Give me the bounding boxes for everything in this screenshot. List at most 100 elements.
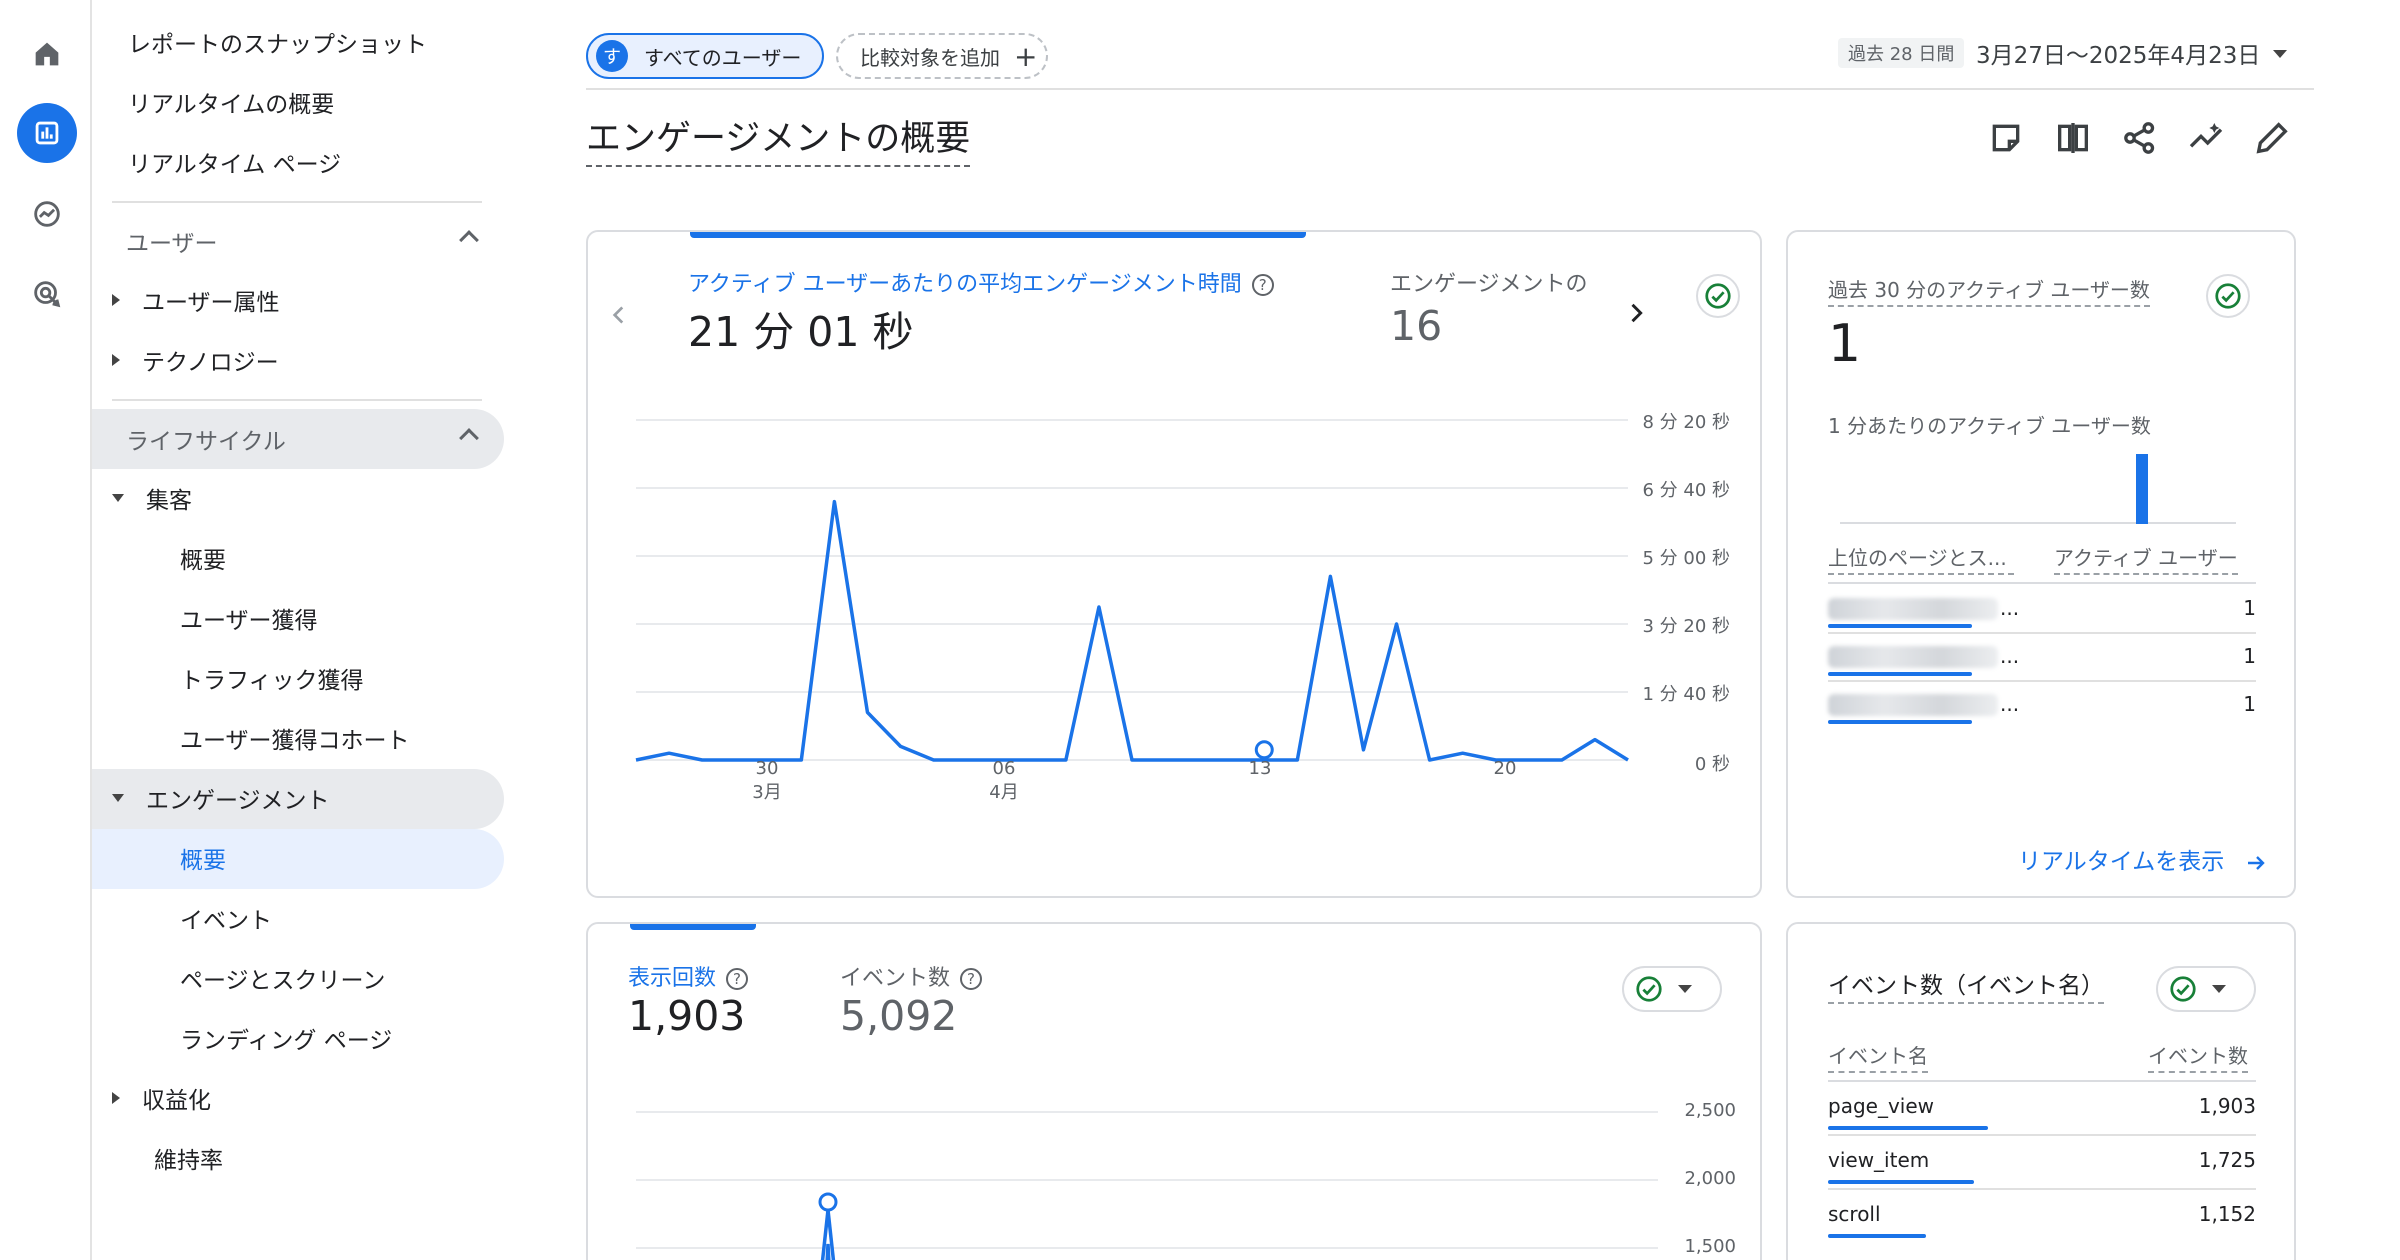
events-by-name-card: イベント数（イベント名） イベント名 イベント数 page_view 1,903… (1786, 922, 2296, 1260)
segment-badge: す (596, 40, 628, 72)
sidebar-item-acq-overview[interactable]: 概要 (180, 529, 226, 587)
column-header-pages[interactable]: 上位のページとス... (1828, 542, 2014, 575)
x-tick-label: 30 (755, 758, 779, 779)
sidebar-item-snapshot[interactable]: レポートのスナップショット (128, 13, 427, 71)
column-header-event-name[interactable]: イベント名 (1828, 1040, 1928, 1073)
share-icon[interactable] (2120, 118, 2160, 158)
realtime-label: 過去 30 分のアクティブ ユーザー数 (1828, 274, 2150, 307)
sidebar-item-demographics[interactable]: ユーザー属性 (112, 271, 280, 329)
date-range-picker[interactable]: 3月27日～2025年4月23日 (1976, 36, 2260, 70)
header-divider (586, 88, 2314, 90)
table-row[interactable]: scroll 1,152 (1828, 1192, 2256, 1244)
column-header-event-count[interactable]: イベント数 (2148, 1040, 2248, 1073)
sidebar-item-acquisition[interactable]: 集客 (112, 469, 192, 527)
table-row[interactable]: ... 1 (1828, 682, 2256, 730)
redacted-page-title (1828, 694, 1998, 716)
compare-dropdown[interactable] (2156, 966, 2256, 1012)
y-tick-label: 2,000 (1684, 1168, 1736, 1189)
series-line (825, 1243, 831, 1260)
segment-chip[interactable]: す すべてのユーザー (586, 33, 824, 79)
row-bar (1828, 624, 1972, 628)
divider (112, 399, 482, 401)
row-bar (1828, 720, 1972, 724)
y-tick-label: 1,500 (1684, 1236, 1736, 1257)
sidebar-item-label: ユーザー属性 (142, 290, 280, 316)
sidebar-item-acquisition-cohort[interactable]: ユーザー獲得コホート (180, 709, 410, 767)
plus-icon: + (1014, 39, 1038, 73)
realtime-card: 過去 30 分のアクティブ ユーザー数 1 1 分あたりのアクティブ ユーザー数… (1786, 230, 2296, 898)
event-name: page_view (1828, 1094, 1935, 1118)
view-realtime-link[interactable]: リアルタイムを表示 (2018, 842, 2268, 876)
sidebar-item-engagement[interactable]: エンゲージメント (112, 769, 330, 827)
chevron-down-icon[interactable] (2273, 50, 2287, 58)
views-card: 表示回数? 1,903 イベント数? 5,092 2,500 2,000 1,5… (586, 922, 1762, 1260)
table-row[interactable]: view_item 1,725 (1828, 1138, 2256, 1190)
insights-icon[interactable] (2186, 118, 2226, 158)
x-tick-month: 3月 (752, 782, 782, 803)
date-preset-badge: 過去 28 日間 (1838, 38, 1965, 68)
nav-rail (0, 0, 92, 1260)
card-title: イベント数（イベント名） (1828, 966, 2104, 1004)
table-row[interactable]: page_view 1,903 (1828, 1084, 2256, 1136)
row-bar (1828, 1180, 1974, 1184)
column-header-users[interactable]: アクティブ ユーザー (2054, 542, 2238, 575)
event-count: 1,152 (2198, 1202, 2256, 1226)
sidebar-item-monetization[interactable]: 収益化 (112, 1069, 211, 1127)
x-tick-label: 06 (992, 758, 1016, 779)
table-row[interactable]: ... 1 (1828, 634, 2256, 682)
sidebar-item-traffic-acquisition[interactable]: トラフィック獲得 (180, 649, 364, 707)
views-line-chart (636, 1111, 1658, 1260)
check-circle-icon[interactable] (2206, 274, 2250, 318)
explore-icon[interactable] (17, 184, 77, 244)
sidebar-item-label: テクノロジー (142, 350, 279, 376)
sidebar-item-landing-page[interactable]: ランディング ページ (180, 1009, 392, 1067)
hover-marker (818, 1192, 838, 1212)
edit-icon[interactable] (2252, 118, 2292, 158)
caret-down-icon (112, 794, 124, 802)
add-comparison-button[interactable]: 比較対象を追加 + (836, 33, 1048, 79)
sidebar-item-engagement-overview[interactable]: 概要 (180, 829, 226, 887)
advertising-icon[interactable] (17, 264, 77, 324)
sidebar-item-user-acquisition[interactable]: ユーザー獲得 (180, 589, 318, 647)
row-divider (1828, 1188, 2256, 1190)
add-comparison-label: 比較対象を追加 (860, 45, 1000, 70)
y-tick-label: 8 分 20 秒 (1642, 412, 1730, 433)
arrow-right-icon (2247, 855, 2265, 870)
sidebar-item-realtime-pages[interactable]: リアルタイム ページ (128, 133, 341, 191)
row-divider (1828, 1134, 2256, 1136)
x-tick-month: 4月 (989, 782, 1019, 803)
y-tick-label: 3 分 20 秒 (1642, 616, 1730, 637)
y-tick-label: 6 分 40 秒 (1642, 480, 1730, 501)
row-bar (1828, 1234, 1926, 1238)
note-icon[interactable] (1986, 118, 2026, 158)
sidebar-item-label: 集客 (146, 488, 192, 514)
caret-right-icon (112, 294, 120, 306)
sidebar-item-retention[interactable]: 維持率 (154, 1129, 223, 1187)
chevron-up-icon (459, 428, 479, 448)
active-item-highlight (92, 829, 504, 889)
sidebar-item-events[interactable]: イベント (180, 889, 272, 947)
section-lifecycle[interactable]: ライフサイクル (92, 409, 504, 469)
engagement-time-card: アクティブ ユーザーあたりの平均エンゲージメント時間? 21 分 01 秒 エン… (586, 230, 1762, 898)
row-value: 1 (2243, 596, 2256, 620)
home-icon[interactable] (17, 24, 77, 84)
sidebar-item-technology[interactable]: テクノロジー (112, 331, 279, 389)
sidebar-item-pages-screens[interactable]: ページとスクリーン (180, 949, 385, 1007)
section-user[interactable]: ユーザー (92, 211, 504, 271)
x-tick-label: 13 (1248, 758, 1272, 779)
redacted-page-title (1828, 646, 1998, 668)
per-minute-label: 1 分あたりのアクティブ ユーザー数 (1828, 414, 2151, 438)
row-bar (1828, 672, 1972, 676)
section-lifecycle-label: ライフサイクル (126, 429, 286, 455)
table-divider (1828, 1080, 2256, 1082)
reports-icon[interactable] (17, 103, 77, 163)
table-row[interactable]: ... 1 (1828, 586, 2256, 634)
hover-marker (1254, 740, 1274, 760)
sidebar: レポートのスナップショット リアルタイムの概要 リアルタイム ページ ユーザー … (92, 0, 512, 1260)
ellipsis: ... (2000, 596, 2020, 620)
caret-right-icon (112, 1092, 120, 1104)
row-bar (1828, 1126, 1988, 1130)
x-tick-label: 20 (1493, 758, 1517, 779)
compare-icon[interactable] (2053, 118, 2093, 158)
sidebar-item-realtime-overview[interactable]: リアルタイムの概要 (128, 73, 334, 131)
